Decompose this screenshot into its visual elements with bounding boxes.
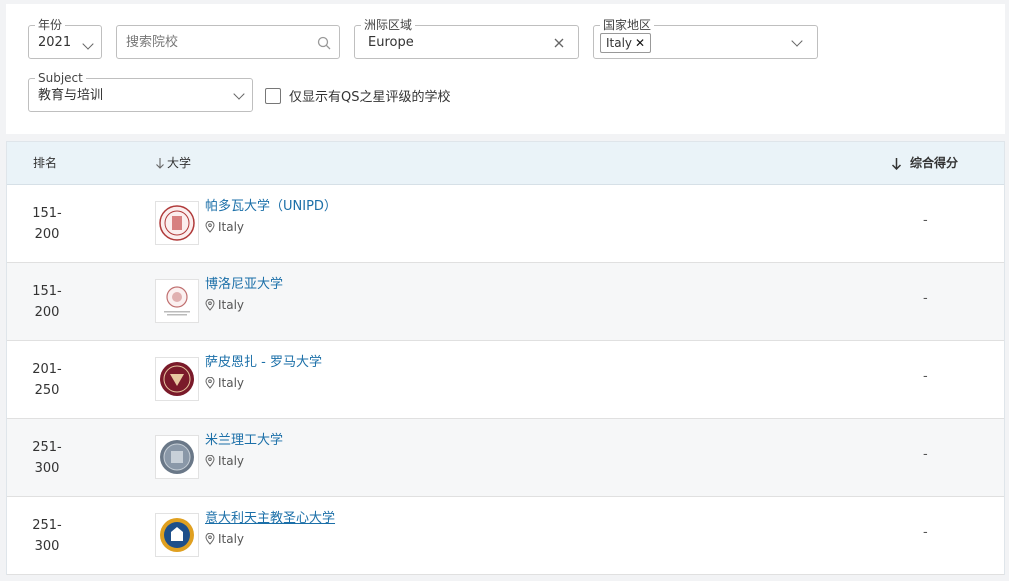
location: Italy — [205, 532, 244, 546]
university-link[interactable]: 萨皮恩扎 - 罗马大学 — [205, 354, 322, 371]
country-label: Italy — [218, 454, 245, 468]
chevron-down-icon — [233, 88, 245, 100]
score-cell: - — [923, 447, 928, 462]
table-header: 排名 大学 综合得分 — [7, 142, 1004, 185]
location-pin-icon — [205, 455, 215, 467]
year-legend: 年份 — [35, 18, 66, 32]
year-select[interactable]: 年份 2021 — [28, 18, 102, 59]
filter-panel: 年份 2021 搜索院校 洲际区域 Europe 国家地区 Italy ✕ Su… — [6, 4, 1005, 134]
qs-stars-label: 仅显示有QS之星评级的学校 — [289, 90, 451, 105]
arrow-down-icon — [156, 158, 164, 169]
country-label: Italy — [218, 532, 245, 546]
university-header[interactable]: 大学 — [155, 156, 191, 170]
region-legend: 洲际区域 — [361, 18, 416, 32]
country-chip[interactable]: Italy ✕ — [600, 33, 652, 53]
rank-bottom: 250 — [34, 383, 60, 398]
close-icon[interactable] — [554, 38, 564, 48]
score-cell: - — [923, 525, 928, 540]
rank-bottom: 200 — [34, 227, 60, 242]
rank-header[interactable]: 排名 — [33, 156, 57, 170]
search-icon — [317, 36, 331, 50]
university-link[interactable]: 博洛尼亚大学 — [205, 276, 283, 293]
rank-top: 151- — [32, 284, 62, 299]
search-placeholder: 搜索院校 — [126, 35, 179, 50]
score-cell: - — [923, 291, 928, 306]
search-input[interactable]: 搜索院校 — [116, 25, 340, 59]
chevron-down-icon — [82, 38, 94, 50]
rank-cell: 251- 300 — [27, 515, 67, 557]
rank-bottom: 300 — [34, 539, 60, 554]
location-pin-icon — [205, 299, 215, 311]
university-link[interactable]: 意大利天主教圣心大学 — [205, 510, 335, 527]
university-link[interactable]: 帕多瓦大学（UNIPD） — [205, 198, 337, 215]
arrow-down-icon — [891, 157, 902, 170]
table-row[interactable]: 251- 300 米兰理工大学 Italy - — [7, 419, 1004, 497]
table-row[interactable]: 251- 300 意大利天主教圣心大学 Italy - — [7, 497, 1004, 575]
country-label: Italy — [218, 298, 245, 312]
score-cell: - — [923, 369, 928, 384]
location-pin-icon — [205, 533, 215, 545]
seal-icon — [160, 440, 194, 474]
country-chip-label: Italy — [606, 36, 633, 50]
year-value: 2021 — [38, 35, 72, 50]
country-label: Italy — [218, 220, 245, 234]
location: Italy — [205, 376, 244, 390]
rankings-table: 排名 大学 综合得分 151- 200 帕多瓦大学（UNIPD） Italy -… — [6, 141, 1005, 575]
university-logo[interactable] — [155, 357, 199, 401]
rank-top: 251- — [32, 440, 62, 455]
seal-icon — [160, 362, 194, 396]
subject-select[interactable]: Subject 教育与培训 — [28, 71, 253, 112]
university-logo[interactable] — [155, 513, 199, 557]
rank-cell: 151- 200 — [27, 203, 67, 245]
location-pin-icon — [205, 377, 215, 389]
table-row[interactable]: 151- 200 博洛尼亚大学 Italy - — [7, 263, 1004, 341]
location-pin-icon — [205, 221, 215, 233]
rank-bottom: 300 — [34, 461, 60, 476]
rank-cell: 251- 300 — [27, 437, 67, 479]
university-link[interactable]: 米兰理工大学 — [205, 432, 283, 449]
rank-cell: 151- 200 — [27, 281, 67, 323]
country-select[interactable]: 国家地区 Italy ✕ — [593, 18, 818, 59]
country-label: Italy — [218, 376, 245, 390]
qs-stars-checkbox[interactable] — [265, 87, 281, 104]
rank-bottom: 200 — [34, 305, 60, 320]
region-select[interactable]: 洲际区域 Europe — [354, 18, 579, 59]
chip-close-icon[interactable]: ✕ — [635, 34, 645, 52]
rank-cell: 201- 250 — [27, 359, 67, 401]
university-logo[interactable] — [155, 201, 199, 245]
chevron-down-icon — [791, 35, 803, 47]
university-logo[interactable] — [155, 435, 199, 479]
rank-top: 151- — [32, 206, 62, 221]
rank-top: 251- — [32, 518, 62, 533]
region-value: Europe — [368, 35, 414, 50]
location: Italy — [205, 220, 244, 234]
university-logo[interactable] — [155, 279, 199, 323]
score-header-label: 综合得分 — [910, 156, 959, 170]
country-legend: 国家地区 — [600, 18, 655, 32]
seal-icon — [164, 286, 190, 316]
location: Italy — [205, 454, 244, 468]
subject-legend: Subject — [35, 71, 86, 85]
qs-stars-filter[interactable]: 仅显示有QS之星评级的学校 — [265, 86, 451, 105]
subject-value: 教育与培训 — [38, 88, 104, 103]
score-header[interactable]: 综合得分 — [891, 156, 958, 170]
seal-icon — [160, 518, 194, 552]
seal-icon — [159, 205, 195, 241]
rank-top: 201- — [32, 362, 62, 377]
location: Italy — [205, 298, 244, 312]
university-header-label: 大学 — [167, 156, 192, 170]
table-row[interactable]: 201- 250 萨皮恩扎 - 罗马大学 Italy - — [7, 341, 1004, 419]
score-cell: - — [923, 213, 928, 228]
table-row[interactable]: 151- 200 帕多瓦大学（UNIPD） Italy - — [7, 185, 1004, 263]
